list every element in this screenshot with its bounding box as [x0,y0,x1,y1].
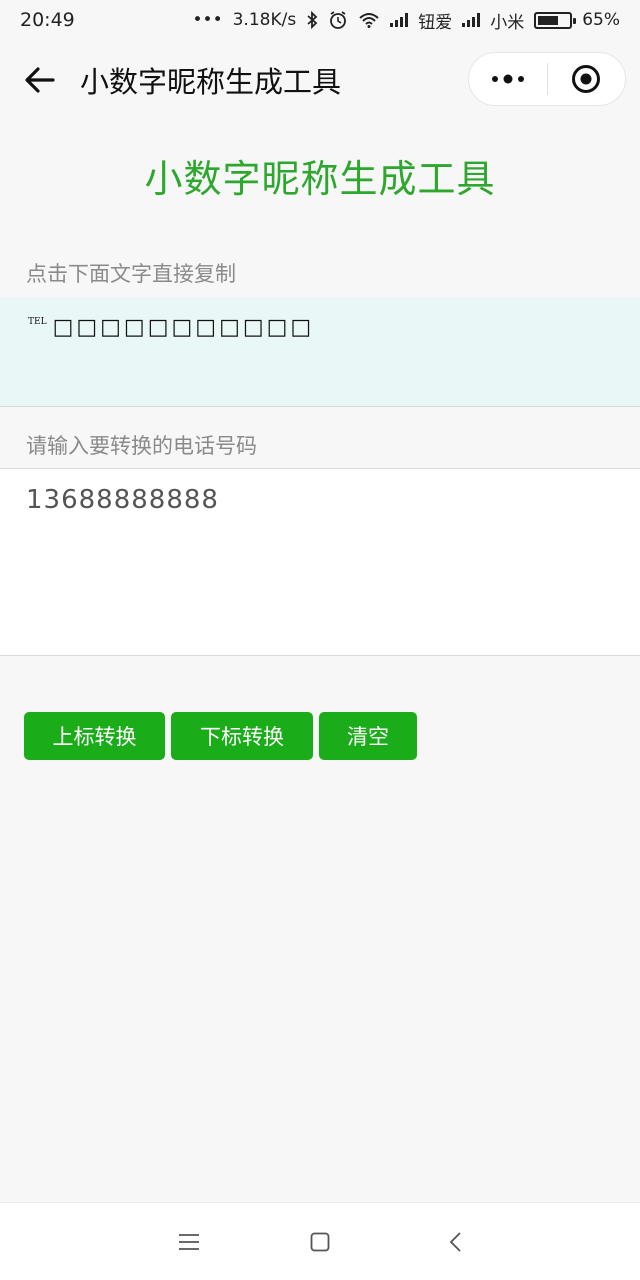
carrier-2: 小米 [490,12,525,33]
nav-bar: 小数字昵称生成工具 [0,40,640,120]
chevron-left-icon [449,1232,461,1252]
status-dots: ••• [192,10,223,30]
battery-percent: 65% [582,10,620,30]
subscript-convert-button[interactable]: 下标转换 [171,712,313,760]
status-icons: ••• 3.18K/s 钮爱 小米 65% [193,8,620,33]
home-button[interactable] [305,1227,335,1257]
carrier-1: 钮爱 [418,12,453,33]
nav-title: 小数字昵称生成工具 [80,65,342,99]
net-speed: 3.18K/s [232,10,297,30]
superscript-convert-button[interactable]: 上标转换 [24,712,165,760]
battery-fill [538,15,558,25]
signal-icon [390,13,409,27]
result-copy-box[interactable]: TEL □□□□□□□□□□□ [0,297,640,407]
home-square-icon [310,1232,330,1252]
phone-number-input[interactable]: 13688888888 [0,468,640,656]
signal-icon-2 [462,13,481,27]
mini-program-capsule [468,52,626,106]
battery-icon [534,11,577,29]
arrow-left-icon [25,67,55,93]
result-prefix: TEL [28,317,47,327]
system-back-button[interactable] [440,1227,470,1257]
back-button[interactable] [0,40,80,120]
target-circle-icon [572,65,601,93]
more-button[interactable] [469,52,547,106]
result-text: □□□□□□□□□□□ [52,315,315,340]
alarm-icon [328,10,348,30]
page-heading: 小数字昵称生成工具 [144,157,496,201]
wifi-icon [358,10,380,30]
copy-hint-label: 点击下面文字直接复制 [26,262,236,286]
menu-button[interactable] [174,1227,204,1257]
bluetooth-icon [306,10,318,30]
status-bar: 20:49 ••• 3.18K/s 钮爱 小米 65% [0,0,640,40]
input-label: 请输入要转换的电话号码 [26,434,257,458]
status-time: 20:49 [20,9,75,31]
close-mini-program-button[interactable] [548,52,626,106]
clear-button[interactable]: 清空 [319,712,417,760]
menu-lines-icon [179,1234,199,1250]
more-dots-icon [491,74,524,84]
system-nav-bar [0,1202,640,1280]
